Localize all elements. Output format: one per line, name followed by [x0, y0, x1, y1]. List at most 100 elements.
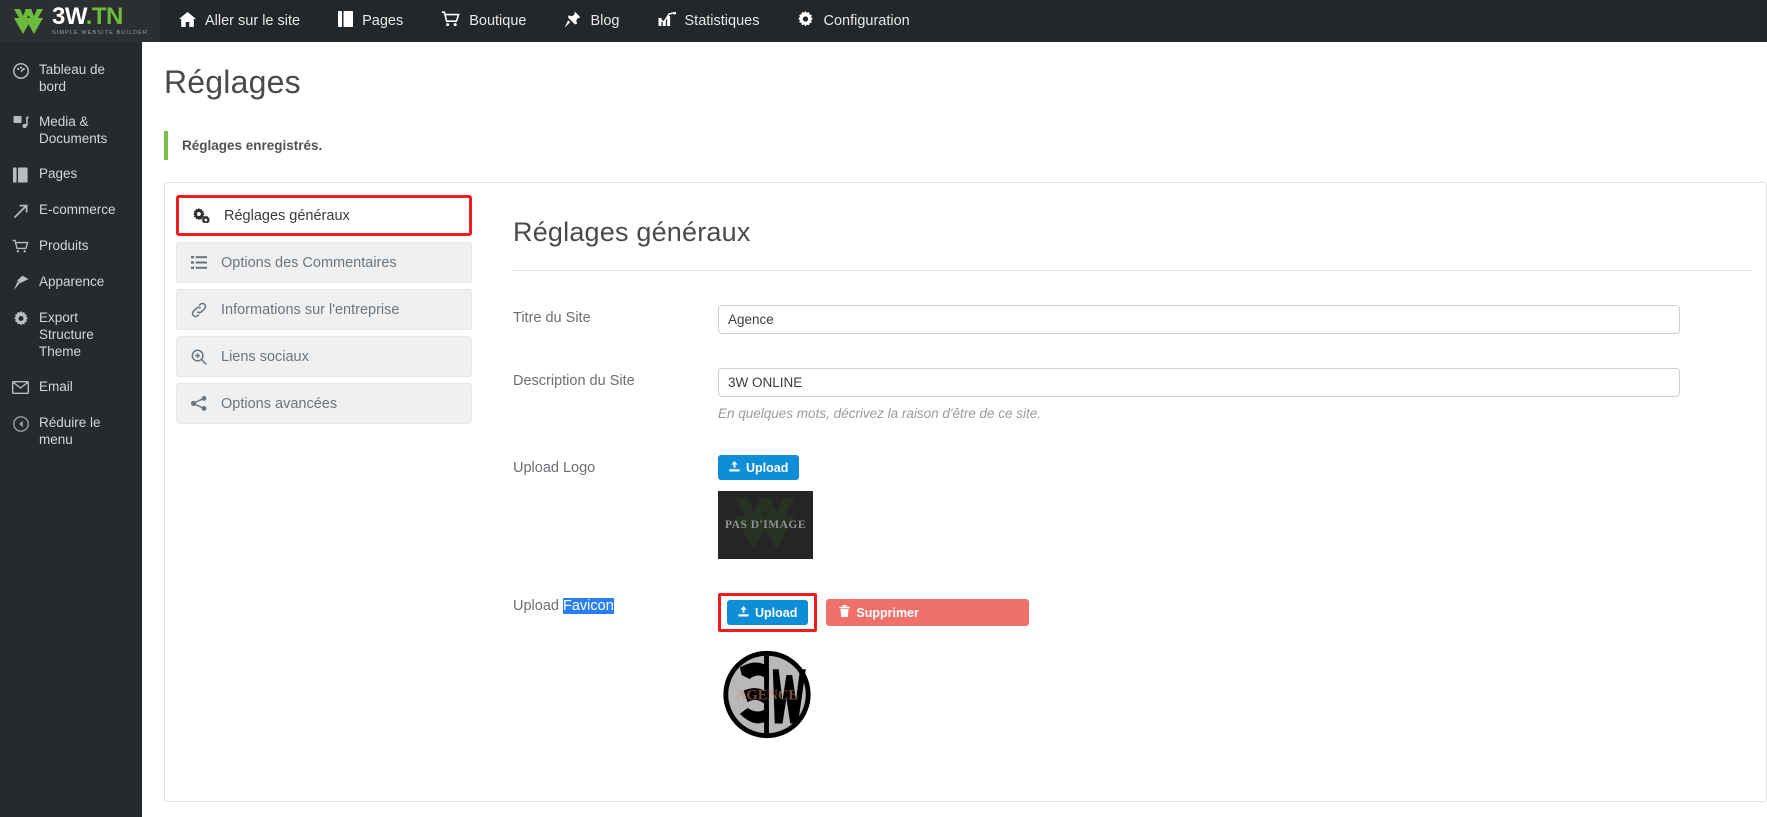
upload-logo-label: Upload Logo	[513, 460, 596, 476]
upload-favicon-label-selected: Favicon	[562, 598, 614, 614]
sidebar: Tableau de bord Media & Documents Pages	[0, 42, 142, 817]
sidebar-item-label: E-commerce	[39, 202, 116, 217]
logo-preview: PAS D'IMAGE	[718, 491, 813, 559]
sidebar-item-export-structure-theme[interactable]: Export Structure Theme	[0, 300, 142, 369]
brand-tagline: SIMPLE WEBSITE BUILDER	[52, 30, 149, 37]
success-alert: Réglages enregistrés.	[164, 131, 1767, 160]
upload-favicon-highlight-box: Upload	[718, 593, 818, 632]
sidebar-item-label: Export Structure Theme	[39, 310, 94, 359]
cogs-icon	[193, 208, 210, 223]
sidebar-item-email[interactable]: Email	[0, 369, 142, 405]
sidebar-item-apparence[interactable]: Apparence	[0, 264, 142, 300]
sidebar-item-pages[interactable]: Pages	[0, 156, 142, 192]
delete-favicon-button-label: Supprimer	[856, 605, 919, 620]
settings-form-pane: Réglages généraux Titre du Site Descript…	[483, 183, 1766, 801]
site-description-label: Description du Site	[513, 373, 635, 389]
tab-label: Informations sur l'entreprise	[221, 301, 400, 318]
sidebar-item-label: Pages	[39, 166, 78, 181]
link-icon	[191, 302, 207, 318]
topnav-label: Aller sur le site	[205, 13, 301, 29]
brand-title-accent: .TN	[85, 3, 124, 31]
topnav-item-pages[interactable]: Pages	[319, 0, 422, 42]
topnav-item-aller-sur-le-site[interactable]: Aller sur le site	[160, 0, 319, 42]
cart-icon	[441, 11, 460, 31]
sidebar-item-produits[interactable]: Produits	[0, 228, 142, 264]
tab-reglages-generaux[interactable]: Réglages généraux	[176, 195, 472, 236]
main-content: Réglages Réglages enregistrés. Réglages …	[142, 42, 1767, 817]
topnav-item-blog[interactable]: Blog	[545, 0, 638, 42]
home-icon	[179, 11, 196, 31]
tab-label: Réglages généraux	[224, 207, 350, 224]
brush-icon	[12, 274, 29, 291]
upload-favicon-button[interactable]: Upload	[727, 600, 809, 625]
sidebar-item-label: Email	[39, 379, 73, 394]
tab-options-des-commentaires[interactable]: Options des Commentaires	[176, 242, 472, 283]
sidebar-item-e-commerce[interactable]: E-commerce	[0, 192, 142, 228]
site-title-label: Titre du Site	[513, 310, 591, 326]
cart-icon	[12, 238, 29, 255]
top-navigation: Aller sur le site Pages Boutique Blog St…	[160, 0, 929, 42]
brand-title-main: 3W	[52, 3, 86, 31]
topnav-label: Pages	[362, 13, 404, 29]
form-row-site-title: Titre du Site	[513, 305, 1752, 334]
trash-icon	[839, 605, 851, 620]
pin-icon	[564, 11, 581, 32]
page-title: Réglages	[164, 64, 301, 100]
topnav-label: Statistiques	[684, 13, 760, 29]
form-row-upload-logo: Upload Logo Upload PAS D'IMAGE	[513, 455, 1752, 559]
upload-favicon-label: Upload Favicon	[513, 593, 718, 614]
form-row-site-description: Description du Site En quelques mots, dé…	[513, 368, 1752, 421]
chevron-logo-icon	[12, 7, 46, 35]
chart-icon	[658, 10, 676, 31]
topnav-item-boutique[interactable]: Boutique	[422, 0, 545, 42]
svg-text:AGENCE: AGENCE	[736, 687, 798, 703]
tab-options-avancees[interactable]: Options avancées	[176, 383, 472, 424]
topnav-item-statistiques[interactable]: Statistiques	[639, 0, 779, 42]
form-row-upload-favicon: Upload Favicon Upload Supprimer AGENCE	[513, 593, 1752, 741]
logo-preview-text: PAS D'IMAGE	[725, 519, 806, 531]
upload-logo-button[interactable]: Upload	[718, 455, 800, 480]
site-title-input[interactable]	[718, 305, 1680, 334]
sidebar-item-label: Produits	[39, 238, 89, 253]
share-icon	[191, 396, 207, 411]
sidebar-item-label: Apparence	[39, 274, 105, 289]
topnav-label: Boutique	[469, 13, 527, 29]
favicon-preview: AGENCE	[718, 646, 816, 741]
form-heading: Réglages généraux	[513, 217, 1752, 271]
tab-informations-sur-l-entreprise[interactable]: Informations sur l'entreprise	[176, 289, 472, 330]
tab-label: Liens sociaux	[221, 348, 309, 365]
gear-icon	[12, 310, 29, 327]
arrow-up-icon	[12, 202, 29, 219]
gear-icon	[797, 10, 814, 32]
pages-icon	[338, 11, 354, 31]
delete-favicon-button[interactable]: Supprimer	[826, 599, 1030, 626]
topnav-item-configuration[interactable]: Configuration	[778, 0, 928, 42]
site-description-help: En quelques mots, décrivez la raison d'ê…	[718, 406, 1041, 421]
settings-tab-list: Réglages généraux Options des Commentair…	[165, 183, 483, 801]
tab-label: Options des Commentaires	[221, 254, 397, 271]
media-icon	[12, 114, 29, 131]
tab-liens-sociaux[interactable]: Liens sociaux	[176, 336, 472, 377]
brand-title: 3W.TN	[52, 5, 148, 29]
settings-panel: Réglages généraux Options des Commentair…	[164, 182, 1767, 802]
sidebar-item-media-documents[interactable]: Media & Documents	[0, 104, 142, 156]
pages-icon	[12, 166, 29, 183]
topnav-label: Configuration	[823, 13, 910, 29]
sidebar-item-reduire-le-menu[interactable]: Réduire le menu	[0, 405, 142, 457]
top-bar: 3W.TN SIMPLE WEBSITE BUILDER Aller sur l…	[0, 0, 1767, 42]
sidebar-item-label: Media & Documents	[39, 114, 108, 146]
upload-favicon-label-prefix: Upload	[513, 598, 563, 614]
collapse-icon	[12, 415, 29, 432]
sidebar-item-label: Réduire le menu	[39, 415, 101, 447]
upload-logo-button-label: Upload	[746, 460, 789, 475]
list-icon	[191, 256, 207, 269]
site-description-input[interactable]	[718, 368, 1680, 397]
tab-label: Options avancées	[221, 395, 338, 412]
upload-icon	[738, 605, 749, 620]
envelope-icon	[12, 379, 29, 396]
topnav-label: Blog	[590, 13, 620, 29]
brand-logo[interactable]: 3W.TN SIMPLE WEBSITE BUILDER	[0, 0, 160, 42]
upload-icon	[729, 460, 740, 475]
sidebar-item-tableau-de-bord[interactable]: Tableau de bord	[0, 52, 142, 104]
upload-favicon-button-label: Upload	[755, 605, 798, 620]
